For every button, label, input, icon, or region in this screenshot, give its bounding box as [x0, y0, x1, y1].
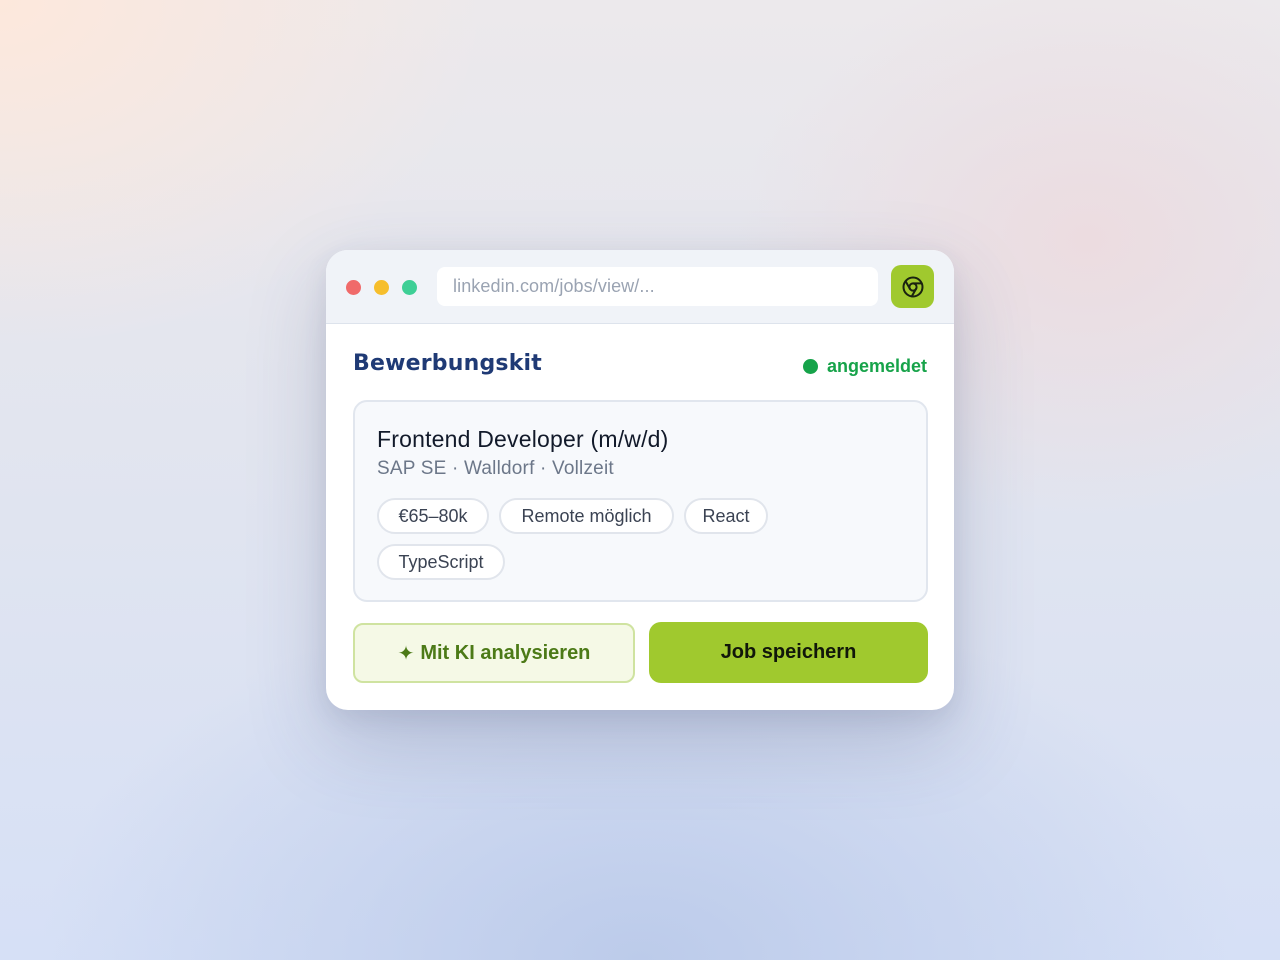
sparkle-icon: ✦ — [397, 642, 415, 665]
close-window-button[interactable] — [346, 280, 361, 295]
extension-window: linkedin.com/jobs/view/... Bewerbungskit… — [326, 250, 954, 710]
tag-react: React — [684, 498, 768, 534]
save-button-label: Job speichern — [720, 641, 857, 663]
login-status: angemeldet — [802, 356, 927, 377]
minimize-window-button[interactable] — [374, 280, 389, 295]
job-title: Frontend Developer (m/w/d) — [377, 426, 669, 452]
tag-remote: Remote möglich — [499, 498, 674, 534]
tag-salary: €65–80k — [377, 498, 489, 534]
save-job-button[interactable]: Job speichern — [649, 622, 928, 683]
job-card: Frontend Developer (m/w/d) SAP SE · Wall… — [353, 400, 928, 602]
status-label: angemeldet — [826, 356, 927, 376]
job-meta: SAP SE · Walldorf · Vollzeit — [377, 458, 614, 479]
maximize-window-button[interactable] — [402, 280, 417, 295]
status-dot — [802, 359, 818, 374]
analyze-button-label: Mit KI analysieren — [420, 641, 591, 664]
extension-button[interactable] — [891, 265, 934, 308]
url-bar[interactable]: linkedin.com/jobs/view/... — [437, 267, 878, 306]
tag-typescript: TypeScript — [377, 544, 505, 580]
browser-titlebar: linkedin.com/jobs/view/... — [326, 250, 954, 324]
analyze-with-ai-button[interactable]: ✦ Mit KI analysieren — [353, 623, 635, 683]
brand-title: Bewerbungskit — [353, 351, 542, 376]
chrome-icon — [902, 276, 923, 297]
